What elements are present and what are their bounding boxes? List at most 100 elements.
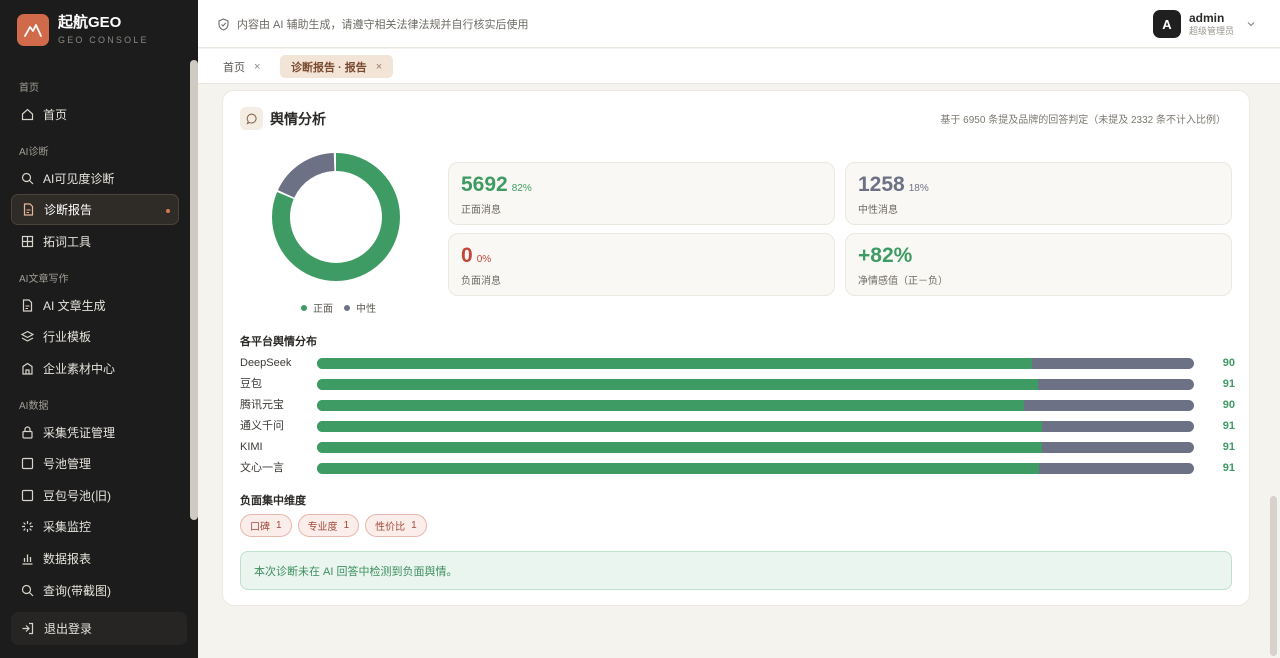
grid-icon	[20, 235, 34, 249]
platform-bar	[317, 379, 1194, 390]
tag-label: 专业度	[307, 522, 338, 533]
top-bar: 内容由 AI 辅助生成，请遵守相关法律法规并自行核实后使用 A admin 超级…	[198, 0, 1280, 48]
brand-name: 起航GEO	[58, 14, 122, 31]
sidebar-item-label: 企业素材中心	[43, 362, 116, 376]
stat-negative-label: 负面消息	[461, 276, 501, 287]
stat-neutral-label: 中性消息	[858, 205, 898, 216]
sidebar-item-article-generation[interactable]: AI 文章生成	[11, 290, 179, 321]
sidebar-item-query-with-screenshot[interactable]: 查询(带截图)	[11, 575, 179, 606]
close-icon[interactable]: ×	[376, 61, 382, 73]
active-indicator-dot	[166, 209, 170, 213]
legend-label-neutral: 中性	[356, 304, 376, 315]
tab-diagnosis-report[interactable]: 诊断报告 · 报告 ×	[280, 55, 394, 78]
platform-row: 豆包 91	[240, 377, 1235, 391]
platforms-section-title: 各平台舆情分布	[240, 336, 317, 348]
tag-label: 性价比	[375, 522, 406, 533]
logout-label: 退出登录	[44, 622, 93, 636]
shield-check-icon	[217, 17, 230, 31]
platform-bar-positive	[317, 463, 1039, 474]
sidebar-item-material-center[interactable]: 企业素材中心	[11, 353, 179, 384]
platform-row: 通义千问 91	[240, 419, 1235, 433]
layers-icon	[20, 330, 34, 344]
legend-swatch-positive	[301, 304, 307, 311]
sidebar-item-keyword-tool[interactable]: 拓词工具	[11, 226, 179, 257]
stat-negative-value-row: 0 0%	[461, 243, 491, 273]
sidebar-item-label: AI可见度诊断	[43, 172, 115, 186]
stat-positive-percent: 82%	[511, 183, 532, 194]
logout-button[interactable]: 退出登录	[11, 612, 187, 645]
sidebar: 起航GEO GEO CONSOLE 首页 首页 AI诊断 AI可见度诊断 诊断报…	[0, 0, 198, 658]
card-note: 基于 6950 条提及品牌的回答判定（未提及 2332 条不计入比例）	[940, 115, 1226, 126]
negative-tags: 口碑 1 专业度 1 性价比 1	[240, 514, 433, 537]
tag-count: 1	[411, 520, 417, 531]
search-icon	[20, 584, 34, 598]
brand[interactable]: 起航GEO GEO CONSOLE	[17, 14, 149, 46]
stat-net-sentiment: +82% 净情感值（正－负）	[845, 233, 1232, 296]
platform-name: 腾讯元宝	[240, 399, 284, 411]
user-name: admin	[1188, 11, 1225, 25]
platform-row: 文心一言 91	[240, 461, 1235, 475]
platform-name: KIMI	[240, 441, 263, 453]
platform-bar-positive	[317, 421, 1043, 432]
sidebar-item-data-reports[interactable]: 数据报表	[11, 543, 179, 574]
sidebar-item-label: 行业模板	[43, 330, 92, 344]
home-icon	[20, 108, 34, 122]
brand-subtitle: GEO CONSOLE	[58, 35, 149, 45]
ai-notice: 内容由 AI 辅助生成，请遵守相关法律法规并自行核实后使用	[217, 16, 529, 32]
square-icon	[20, 489, 34, 503]
close-icon[interactable]: ×	[254, 61, 260, 73]
negative-section-title: 负面集中维度	[240, 495, 306, 507]
platform-name: 豆包	[240, 378, 262, 390]
tab-home[interactable]: 首页 ×	[212, 55, 271, 78]
chevron-down-icon	[1246, 19, 1256, 29]
platform-bar-positive	[317, 358, 1032, 369]
sidebar-item-industry-templates[interactable]: 行业模板	[11, 321, 179, 352]
stat-net-label: 净情感值（正－负）	[858, 276, 948, 287]
stat-positive: 5692 82% 正面消息	[448, 162, 835, 225]
donut-legend: 正面 中性	[301, 300, 387, 315]
activity-icon	[20, 520, 34, 534]
platform-bar	[317, 463, 1194, 474]
card-title: 舆情分析	[270, 111, 326, 127]
negative-tag[interactable]: 专业度 1	[297, 514, 360, 537]
logo-icon	[17, 14, 49, 46]
sidebar-item-visibility-diagnosis[interactable]: AI可见度诊断	[11, 163, 179, 194]
sidebar-item-label: 豆包号池(旧)	[43, 489, 111, 503]
main-scrollbar[interactable]	[1270, 496, 1277, 656]
sidebar-item-label: 采集凭证管理	[43, 426, 116, 440]
platform-bar	[317, 421, 1194, 432]
sidebar-item-home[interactable]: 首页	[11, 99, 179, 130]
sidebar-item-label: 查询(带截图)	[43, 584, 111, 598]
sidebar-item-doubao-pool-old[interactable]: 豆包号池(旧)	[11, 480, 179, 511]
user-menu[interactable]: A admin 超级管理员	[1152, 10, 1256, 38]
nav-section-writing: AI文章写作	[19, 274, 69, 285]
user-role: 超级管理员	[1188, 26, 1234, 36]
lock-icon	[20, 426, 34, 440]
platform-bar	[317, 358, 1194, 369]
stat-positive-label: 正面消息	[461, 205, 501, 216]
platform-bar	[317, 442, 1194, 453]
platform-name: DeepSeek	[240, 357, 292, 369]
search-icon	[20, 172, 34, 186]
sidebar-item-diagnosis-report[interactable]: 诊断报告	[11, 194, 179, 225]
tabs-bar: 首页 × 诊断报告 · 报告 ×	[198, 49, 1280, 84]
platform-name: 通义千问	[240, 420, 284, 432]
platform-name: 文心一言	[240, 462, 284, 474]
report-icon	[21, 203, 35, 217]
bar-chart-icon	[20, 552, 34, 566]
stat-neutral-value: 1258	[858, 173, 905, 196]
sidebar-item-label: AI 文章生成	[43, 299, 106, 313]
negative-tag[interactable]: 口碑 1	[240, 514, 292, 537]
sidebar-item-credential-management[interactable]: 采集凭证管理	[11, 417, 179, 448]
platform-row: 腾讯元宝 90	[240, 398, 1235, 412]
sidebar-item-collection-monitor[interactable]: 采集监控	[11, 511, 179, 542]
platform-value: 90	[1222, 399, 1235, 411]
negative-tag[interactable]: 性价比 1	[365, 514, 427, 537]
sidebar-item-account-pool[interactable]: 号池管理	[11, 448, 179, 479]
platform-value: 91	[1222, 378, 1235, 390]
tag-count: 1	[276, 520, 282, 531]
document-icon	[20, 299, 34, 313]
tag-label: 口碑	[250, 522, 270, 533]
nav-section-diagnosis: AI诊断	[19, 147, 49, 158]
sidebar-scrollbar[interactable]	[190, 60, 198, 520]
